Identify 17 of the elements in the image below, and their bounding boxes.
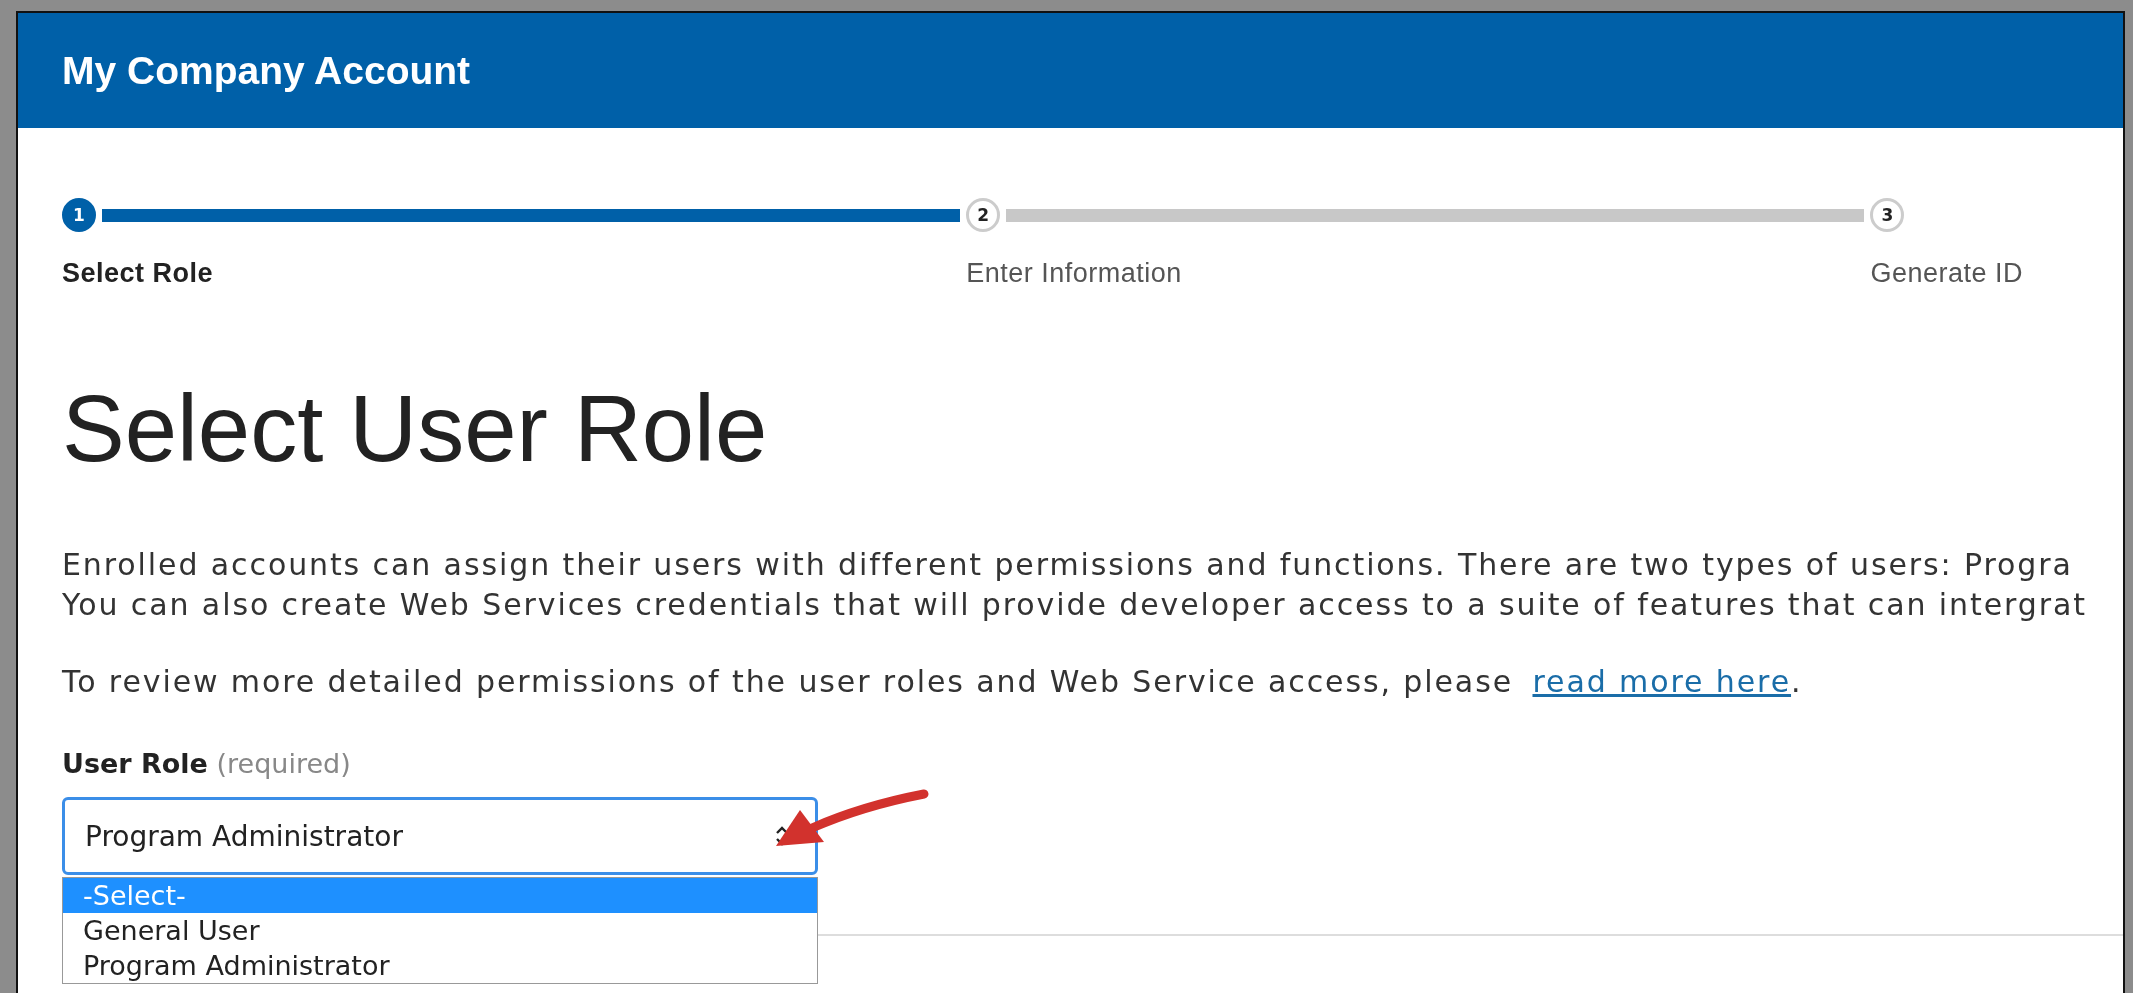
page-heading: Select User Role bbox=[62, 375, 769, 483]
step-label: Generate ID bbox=[1870, 258, 2023, 289]
paragraph: To review more detailed permissions of the user roles and Web Service access, please read more here. bbox=[62, 663, 1804, 701]
step-label: Enter Information bbox=[966, 258, 1183, 289]
step-number[interactable]: 2 bbox=[966, 198, 1001, 232]
read-more-link[interactable]: read more here bbox=[1532, 664, 1792, 699]
field-label: User Role bbox=[62, 748, 208, 779]
window-title: My Company Account bbox=[62, 48, 471, 93]
dropdown-option[interactable]: General User bbox=[63, 913, 817, 948]
step-number[interactable]: 1 bbox=[62, 198, 96, 232]
paragraph: You can also create Web Services credentials that will provide developer access to a suite of features that can intergrat bbox=[62, 586, 2088, 624]
step-label: Select Role bbox=[62, 258, 215, 289]
dropdown-option[interactable]: Program Administrator bbox=[63, 948, 817, 983]
role-select[interactable]: Program Administrator bbox=[62, 797, 818, 875]
paragraph: Enrolled accounts can assign their users with different permissions and functions. There are two types of users: Progra bbox=[62, 546, 2074, 584]
required-hint: (required) bbox=[215, 748, 351, 779]
step-number[interactable]: 3 bbox=[1870, 198, 1905, 232]
